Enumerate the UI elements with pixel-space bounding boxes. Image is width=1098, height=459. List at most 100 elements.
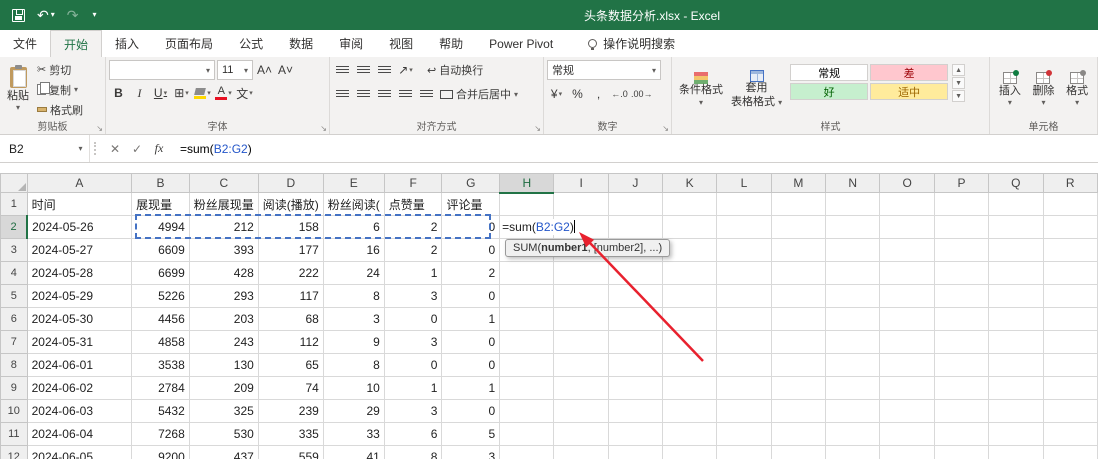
cell-P1[interactable] xyxy=(933,192,990,216)
cell-N12[interactable] xyxy=(825,445,881,459)
cell-J4[interactable] xyxy=(607,261,664,285)
cell-C5[interactable]: 293 xyxy=(188,284,259,308)
cell-K9[interactable] xyxy=(662,376,718,400)
undo-button[interactable]: ↶ ▾ xyxy=(37,8,55,22)
style-chip-normal[interactable]: 常规 xyxy=(790,64,869,81)
cell-B11[interactable]: 7268 xyxy=(131,422,190,446)
cell-B4[interactable]: 6699 xyxy=(131,261,190,285)
number-format-combo[interactable]: 常规 ▾ xyxy=(547,60,661,80)
align-center-button[interactable] xyxy=(354,84,373,104)
cell-D11[interactable]: 335 xyxy=(257,422,324,446)
cell-F9[interactable]: 1 xyxy=(383,376,443,400)
cell-M4[interactable] xyxy=(770,261,827,285)
tab-帮助[interactable]: 帮助 xyxy=(426,30,476,57)
tab-审阅[interactable]: 审阅 xyxy=(326,30,376,57)
col-header-Q[interactable]: Q xyxy=(988,173,1044,193)
cell-R10[interactable] xyxy=(1042,399,1098,423)
cell-E5[interactable]: 8 xyxy=(322,284,385,308)
cell-Q9[interactable] xyxy=(988,376,1044,400)
cell-Q4[interactable] xyxy=(988,261,1044,285)
cell-H4[interactable] xyxy=(499,261,555,285)
align-left-button[interactable] xyxy=(333,84,352,104)
col-header-N[interactable]: N xyxy=(825,173,881,193)
cell-C7[interactable]: 243 xyxy=(188,330,259,354)
cell-L9[interactable] xyxy=(716,376,772,400)
gallery-up-button[interactable]: ▲ xyxy=(952,64,966,76)
cell-K12[interactable] xyxy=(662,445,718,459)
cell-L3[interactable] xyxy=(716,238,772,262)
align-right-button[interactable] xyxy=(375,84,394,104)
cell-P7[interactable] xyxy=(933,330,990,354)
cell-C6[interactable]: 203 xyxy=(188,307,259,331)
cell-J2[interactable] xyxy=(607,215,664,239)
cell-B9[interactable]: 2784 xyxy=(131,376,190,400)
accounting-format-button[interactable]: ¥ ▾ xyxy=(547,84,566,104)
cell-M8[interactable] xyxy=(770,353,827,377)
cell-H12[interactable] xyxy=(499,445,555,459)
cell-B3[interactable]: 6609 xyxy=(131,238,190,262)
row-header-9[interactable]: 9 xyxy=(0,376,28,400)
row-header-1[interactable]: 1 xyxy=(0,192,28,216)
cell-L10[interactable] xyxy=(716,399,772,423)
cell-I4[interactable] xyxy=(553,261,609,285)
cell-D12[interactable]: 559 xyxy=(257,445,324,459)
cell-G3[interactable]: 0 xyxy=(441,238,501,262)
redo-button[interactable]: ↷ xyxy=(67,8,79,22)
cell-C10[interactable]: 325 xyxy=(188,399,259,423)
tab-Power Pivot[interactable]: Power Pivot xyxy=(476,30,566,57)
merge-center-button[interactable]: 合并后居中 ▾ xyxy=(438,85,520,104)
cell-E7[interactable]: 9 xyxy=(322,330,385,354)
cell-B10[interactable]: 5432 xyxy=(131,399,190,423)
borders-button[interactable]: ⊞ ▾ xyxy=(172,83,191,103)
cell-L8[interactable] xyxy=(716,353,772,377)
cell-I12[interactable] xyxy=(553,445,609,459)
decrease-decimal-button[interactable]: .00→ xyxy=(631,84,653,104)
cell-N2[interactable] xyxy=(825,215,881,239)
col-header-C[interactable]: C xyxy=(188,173,259,193)
cell-G8[interactable]: 0 xyxy=(441,353,501,377)
cell-H6[interactable] xyxy=(499,307,555,331)
cell-G1[interactable]: 评论量 xyxy=(441,192,501,216)
cell-G9[interactable]: 1 xyxy=(441,376,501,400)
delete-cells-button[interactable]: 删除 ▾ xyxy=(1028,60,1058,120)
col-header-P[interactable]: P xyxy=(933,173,990,193)
cell-Q5[interactable] xyxy=(988,284,1044,308)
cell-E1[interactable]: 粉丝阅读( xyxy=(322,192,385,216)
cell-B8[interactable]: 3538 xyxy=(131,353,190,377)
cell-L11[interactable] xyxy=(716,422,772,446)
cell-E8[interactable]: 8 xyxy=(322,353,385,377)
cell-C1[interactable]: 粉丝展现量 xyxy=(188,192,259,216)
cell-L6[interactable] xyxy=(716,307,772,331)
cell-O3[interactable] xyxy=(879,238,935,262)
name-box-dropdown-icon[interactable]: ▾ xyxy=(72,135,90,162)
cell-A9[interactable]: 2024-06-02 xyxy=(26,376,133,400)
cell-D3[interactable]: 177 xyxy=(257,238,324,262)
cut-button[interactable]: ✂ 剪切 xyxy=(35,60,85,79)
cell-H5[interactable] xyxy=(499,284,555,308)
cell-Q6[interactable] xyxy=(988,307,1044,331)
insert-function-button[interactable]: fx xyxy=(148,135,170,162)
cell-J6[interactable] xyxy=(607,307,664,331)
insert-cells-button[interactable]: 插入 ▾ xyxy=(995,60,1025,120)
cell-L2[interactable] xyxy=(716,215,772,239)
cell-G12[interactable]: 3 xyxy=(441,445,501,459)
formula-bar-grip[interactable] xyxy=(94,142,100,155)
cell-I11[interactable] xyxy=(553,422,609,446)
cell-P10[interactable] xyxy=(933,399,990,423)
fill-color-button[interactable]: ▾ xyxy=(193,83,212,103)
tab-视图[interactable]: 视图 xyxy=(376,30,426,57)
cell-I5[interactable] xyxy=(553,284,609,308)
cell-A10[interactable]: 2024-06-03 xyxy=(26,399,133,423)
comma-style-button[interactable]: , xyxy=(589,84,608,104)
cell-G5[interactable]: 0 xyxy=(441,284,501,308)
col-header-R[interactable]: R xyxy=(1042,173,1098,193)
cell-A8[interactable]: 2024-06-01 xyxy=(26,353,133,377)
cell-N7[interactable] xyxy=(825,330,881,354)
cell-L4[interactable] xyxy=(716,261,772,285)
gallery-more-button[interactable]: ▼ xyxy=(952,90,966,102)
cell-O4[interactable] xyxy=(879,261,935,285)
cell-Q7[interactable] xyxy=(988,330,1044,354)
cell-A11[interactable]: 2024-06-04 xyxy=(26,422,133,446)
cell-K11[interactable] xyxy=(662,422,718,446)
cell-P6[interactable] xyxy=(933,307,990,331)
